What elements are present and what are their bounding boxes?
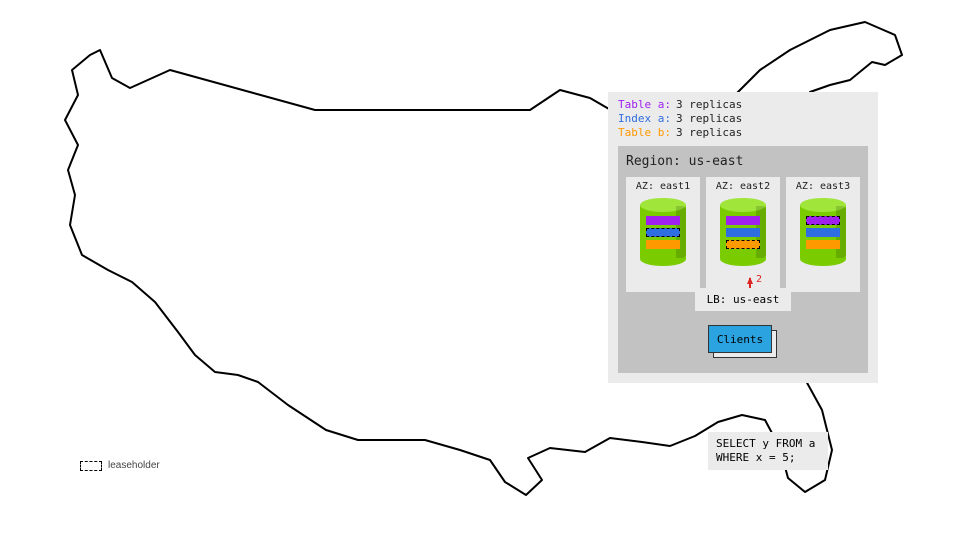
legend-value: 3 replicas [676,112,742,126]
replica-stripe [806,240,840,249]
sql-query-box: SELECT y FROM a WHERE x = 5; [708,432,828,470]
az-east3: AZ: east3 [786,177,860,292]
replica-stripe [806,228,840,237]
load-balancer-box: LB: us-east [695,288,791,311]
replica-stripe [726,240,760,249]
arrow-label: 2 [756,274,762,285]
leaseholder-swatch [80,461,102,471]
leaseholder-legend: leaseholder [80,460,160,471]
traffic-arrow: 2 [710,268,776,284]
replica-stripe [646,240,680,249]
main-panel: Table a: 3 replicas Index a: 3 replicas … [608,92,878,383]
db-cylinder-icon [640,198,686,266]
db-cylinder-icon [800,198,846,266]
az-title: AZ: east1 [630,181,696,192]
db-cylinder-icon [720,198,766,266]
legend-value: 3 replicas [676,98,742,112]
replica-stripe [646,228,680,237]
legend-row: Table b: 3 replicas [618,126,868,140]
legend-value: 3 replicas [676,126,742,140]
az-east2: AZ: east2 2 [706,177,780,292]
replica-stripe [726,228,760,237]
legend-row: Table a: 3 replicas [618,98,868,112]
leaseholder-legend-label: leaseholder [108,460,160,471]
replica-legend: Table a: 3 replicas Index a: 3 replicas … [618,98,868,140]
legend-label: Index a: [618,112,671,126]
az-row: AZ: east1 AZ: east2 [626,177,860,292]
sql-line: WHERE x = 5; [716,451,820,465]
region-panel: Region: us-east AZ: east1 AZ: east2 [618,146,868,373]
legend-label: Table a: [618,98,671,112]
replica-stripe [726,216,760,225]
clients-label: Clients [708,325,772,353]
clients-stack: Clients [708,325,778,359]
legend-label: Table b: [618,126,671,140]
az-title: AZ: east2 [710,181,776,192]
az-title: AZ: east3 [790,181,856,192]
sql-line: SELECT y FROM a [716,437,820,451]
replica-stripe [646,216,680,225]
legend-row: Index a: 3 replicas [618,112,868,126]
region-title: Region: us-east [626,154,860,169]
replica-stripe [806,216,840,225]
az-east1: AZ: east1 [626,177,700,292]
